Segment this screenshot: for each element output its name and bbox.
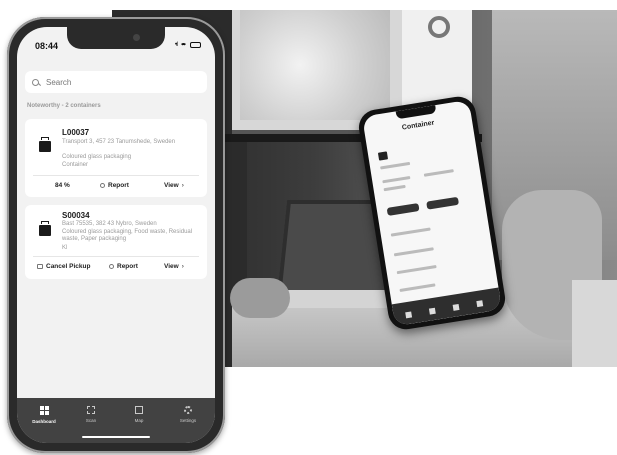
container-description: Coloured glass packaging — [62, 154, 132, 160]
wifi-icon — [180, 42, 187, 48]
container-address: Transport 3, 457 23 Tanumshede, Sweden — [62, 139, 176, 145]
container-description: Coloured glass packaging, Food waste, Re… — [62, 229, 193, 242]
phone-frame: 08:44 •ıl Noteworthy - 2 containers L000… — [7, 17, 225, 453]
background-phone-line — [380, 161, 411, 170]
card-divider — [33, 256, 199, 257]
background-phone-button — [386, 203, 420, 216]
section-title: Noteworthy - 2 containers — [27, 103, 101, 109]
background-phone-button — [426, 196, 460, 210]
status-time: 08:44 — [35, 41, 59, 51]
tab-settings[interactable]: Settings — [165, 406, 211, 423]
signal-icon: •ıl — [174, 42, 178, 48]
tab-label: Scan — [85, 418, 97, 423]
container-type: Kl — [62, 245, 68, 251]
report-label: Report — [108, 182, 129, 189]
background-phone-line — [383, 184, 406, 192]
search-input[interactable] — [46, 77, 196, 87]
cancel-pickup-label: Cancel Pickup — [46, 263, 91, 270]
chevron-right-icon: › — [181, 182, 184, 189]
bin-icon — [39, 137, 51, 152]
cancel-pickup-button[interactable]: Cancel Pickup — [37, 263, 90, 270]
background-phone-bin-icon — [377, 151, 389, 161]
fill-level-value: 84 % — [55, 182, 70, 189]
phone-screen: 08:44 •ıl Noteworthy - 2 containers L000… — [17, 27, 215, 443]
container-type: Container — [62, 162, 89, 168]
background-phone-line — [382, 175, 411, 184]
container-card[interactable]: S00034 Bast 75535, 382 43 Nybro, Sweden … — [25, 205, 207, 279]
tab-scan[interactable]: Scan — [68, 406, 114, 423]
background-phone-line — [399, 283, 436, 292]
view-label: View — [164, 182, 179, 189]
left-hand — [230, 278, 290, 318]
tab-bar: Dashboard Scan Map Settings — [17, 398, 215, 443]
phone-notch — [67, 27, 165, 49]
background-phone-title: Container — [401, 119, 435, 132]
status-icons: •ıl — [175, 42, 201, 48]
cancel-pickup-icon — [37, 264, 43, 269]
tab-label: Settings — [179, 418, 197, 423]
background-phone-line — [396, 264, 437, 275]
report-icon — [100, 183, 105, 188]
tab-label: Dashboard — [32, 419, 56, 424]
report-label: Report — [117, 263, 138, 270]
report-button[interactable]: Report — [109, 263, 138, 270]
report-button[interactable]: Report — [100, 182, 129, 189]
tab-dashboard[interactable]: Dashboard — [21, 406, 67, 424]
view-label: View — [164, 263, 179, 270]
camera-icon — [133, 34, 140, 41]
scan-icon — [87, 406, 95, 414]
background-phone-tab-icon — [452, 303, 460, 311]
dashboard-icon — [39, 406, 49, 415]
battery-icon — [190, 42, 201, 48]
view-button[interactable]: View › — [164, 263, 184, 270]
search-icon — [32, 78, 39, 86]
tab-map[interactable]: Map — [116, 406, 162, 423]
card-divider — [33, 175, 199, 176]
background-phone-line — [390, 227, 431, 237]
report-icon — [109, 264, 114, 269]
container-id: S00034 — [62, 211, 90, 220]
gear-icon — [184, 406, 192, 414]
sleeve — [572, 280, 617, 367]
map-icon — [135, 406, 143, 414]
home-indicator[interactable] — [82, 436, 150, 438]
background-phone-tab-icon — [476, 300, 484, 308]
container-card[interactable]: L00037 Transport 3, 457 23 Tanumshede, S… — [25, 119, 207, 197]
background-phone-tab-icon — [405, 311, 413, 319]
bin-icon — [39, 221, 51, 236]
background-phone-tab-icon — [428, 307, 436, 315]
container-id: L00037 — [62, 128, 90, 137]
chevron-right-icon: › — [181, 263, 184, 270]
view-button[interactable]: View › — [164, 182, 184, 189]
status-bar: 08:44 •ıl — [17, 27, 215, 67]
wall-screen-gauge — [428, 16, 450, 38]
search-bar[interactable] — [25, 71, 207, 93]
background-phone-line — [393, 247, 434, 257]
wall-screen-map — [240, 10, 390, 120]
tab-label: Map — [134, 418, 144, 423]
background-phone-notch — [395, 105, 437, 120]
fill-level: 84 % — [55, 182, 70, 189]
container-address: Bast 75535, 382 43 Nybro, Sweden — [62, 221, 157, 227]
background-phone-line — [423, 169, 454, 177]
